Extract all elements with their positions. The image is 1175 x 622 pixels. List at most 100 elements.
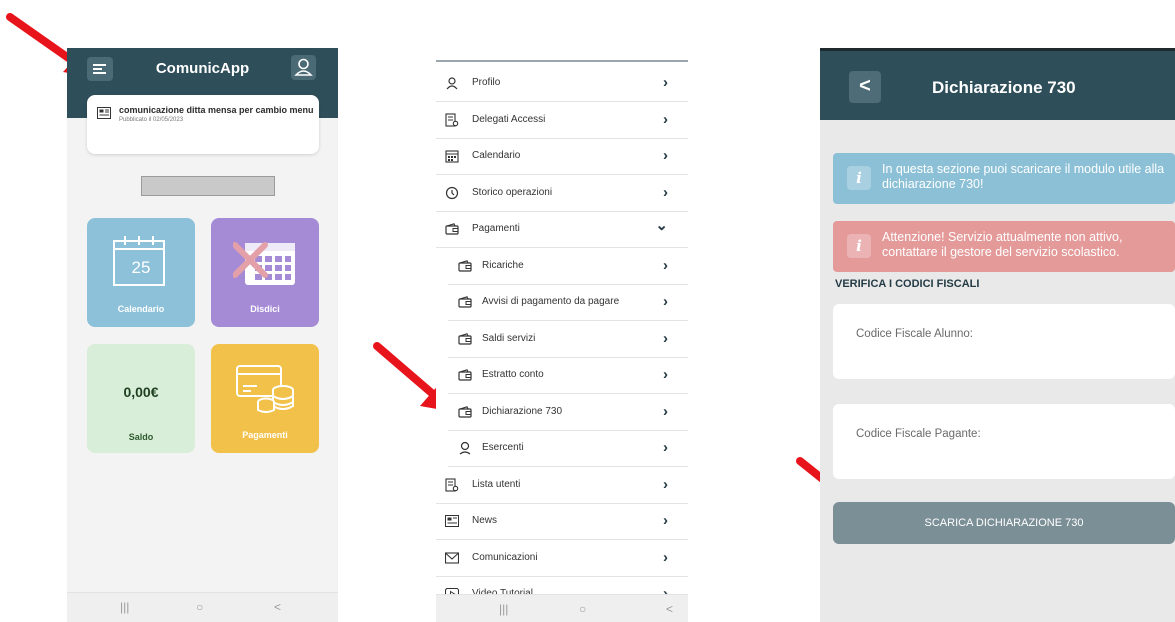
menu-item-delegati-accessi[interactable]: Delegati Accessi › (436, 103, 688, 139)
menu-item-label: Dichiarazione 730 (482, 405, 563, 417)
back-button[interactable]: < (274, 600, 281, 614)
chevron-right-icon: › (663, 74, 668, 91)
calendar-day: 25 (131, 258, 151, 277)
wallet-icon (458, 295, 472, 313)
merchant-icon (458, 441, 472, 460)
page-header: < Dichiarazione 730 (820, 48, 1175, 120)
menu-item-avvisi-pagamento[interactable]: Avvisi di pagamento da pagare › (448, 285, 688, 321)
student-tax-code-label: Codice Fiscale Alunno: (856, 328, 973, 340)
tile-disdici[interactable]: Disdici (211, 218, 319, 327)
menu-item-saldi-servizi[interactable]: Saldi servizi › (448, 322, 688, 358)
chevron-right-icon: › (663, 475, 668, 493)
wallet-icon (458, 368, 472, 386)
wallet-icon (458, 405, 472, 423)
download-button[interactable]: SCARICA DICHIARAZIONE 730 (833, 502, 1175, 544)
student-tax-code-field[interactable]: Codice Fiscale Alunno: (833, 304, 1175, 379)
calendar-cancel-icon (233, 242, 295, 285)
home-button[interactable]: ○ (579, 602, 586, 616)
payer-tax-code-field[interactable]: Codice Fiscale Pagante: (833, 404, 1175, 479)
news-card[interactable]: comunicazione ditta mensa per cambio men… (87, 95, 319, 154)
menu-item-lista-utenti[interactable]: Lista utenti › (436, 468, 688, 504)
menu-item-label: Esercenti (482, 442, 524, 453)
tile-disdici-label: Disdici (250, 304, 280, 314)
history-icon (445, 186, 459, 205)
menu-item-label: Saldi servizi (482, 332, 536, 344)
chevron-right-icon: › (663, 402, 668, 420)
news-card-date: Pubblicato il 02/05/2023 (119, 117, 184, 123)
wallet-icon (458, 332, 472, 350)
menu-item-estratto-conto[interactable]: Estratto conto › (448, 358, 688, 394)
menu-item-label: Avvisi di pagamento da pagare (482, 296, 620, 307)
warning-alert-text: Attenzione! Servizio attualmente non att… (882, 230, 1123, 259)
chevron-right-icon: › (663, 548, 668, 566)
tile-saldo[interactable]: 0,00€ Saldo (87, 344, 195, 453)
menu-item-label: Delegati Accessi (472, 113, 546, 125)
warning-alert: i Attenzione! Servizio attualmente non a… (833, 221, 1175, 272)
newspaper-icon (445, 514, 459, 532)
recent-apps-button[interactable]: ||| (120, 600, 129, 614)
menu-item-profilo[interactable]: Profilo › (436, 66, 688, 102)
menu-item-label: News (472, 515, 498, 526)
user-icon (445, 76, 459, 95)
envelope-icon (444, 551, 460, 569)
calendar-icon (445, 149, 459, 168)
page-title: Dichiarazione 730 (932, 78, 1076, 97)
home-screen: ComunicApp comunicazione ditta mensa per… (67, 48, 338, 622)
menu-item-label: Lista utenti (472, 478, 521, 490)
android-navbar: ||| ○ < (67, 592, 338, 622)
menu-item-label: Pagamenti (472, 223, 520, 234)
menu-item-label: Comunicazioni (472, 551, 538, 563)
menu-item-label: Calendario (472, 150, 521, 161)
menu-item-comunicazioni[interactable]: Comunicazioni › (436, 541, 688, 577)
dichiarazione-screen: < Dichiarazione 730 i In questa sezione … (820, 48, 1175, 622)
newspaper-icon (97, 107, 111, 119)
info-icon: i (847, 166, 871, 190)
chevron-right-icon: › (663, 512, 668, 529)
wallet-icon (458, 259, 472, 277)
chevron-right-icon: › (663, 366, 668, 383)
menu-screen: Profilo › Delegati Accessi › Calendario › Stor… (436, 60, 688, 622)
menu-item-label: Profilo (472, 77, 501, 88)
menu-item-dichiarazione-730[interactable]: Dichiarazione 730 › (448, 395, 688, 431)
chevron-right-icon: › (663, 293, 668, 310)
menu-item-esercenti[interactable]: Esercenti › (448, 431, 688, 467)
recent-apps-button[interactable]: ||| (499, 602, 508, 616)
chevron-right-icon: › (663, 439, 668, 456)
chevron-right-icon: › (663, 110, 668, 128)
menu-item-label: Estratto conto (482, 369, 544, 380)
menu-item-storico-operazioni[interactable]: Storico operazioni › (436, 176, 688, 212)
document-search-icon (445, 112, 459, 132)
tile-pagamenti-label: Pagamenti (242, 430, 288, 440)
tile-calendario[interactable]: 25 Calendario (87, 218, 195, 327)
back-button[interactable]: < (666, 602, 673, 616)
tile-calendario-label: Calendario (117, 304, 165, 314)
chevron-right-icon: › (663, 256, 668, 274)
home-button[interactable]: ○ (196, 600, 203, 614)
menu-item-pagamenti[interactable]: Pagamenti ⌄ (436, 212, 688, 248)
menu-item-ricariche[interactable]: Ricariche › (448, 249, 688, 285)
chevron-down-icon: ⌄ (655, 217, 668, 234)
menu-item-label: Ricariche (482, 259, 524, 271)
menu-item-calendario[interactable]: Calendario › (436, 139, 688, 175)
chevron-right-icon: › (663, 329, 668, 347)
news-card-title: comunicazione ditta mensa per cambio men… (119, 105, 314, 115)
payer-tax-code-label: Codice Fiscale Pagante: (856, 428, 981, 440)
balance-value: 0,00€ (123, 384, 159, 400)
wallet-icon (445, 222, 459, 240)
chevron-right-icon: › (663, 183, 668, 201)
info-alert: i In questa sezione puoi scaricare il mo… (833, 153, 1175, 204)
menu-item-news[interactable]: News › (436, 504, 688, 540)
user-list-icon (445, 477, 459, 497)
info-icon: i (847, 234, 871, 258)
menu-item-label: Storico operazioni (472, 186, 553, 198)
user-profile-button[interactable] (291, 55, 316, 80)
section-title: VERIFICA I CODICI FISCALI (835, 278, 980, 290)
tile-saldo-label: Saldo (128, 432, 154, 442)
android-navbar: ||| ○ < (436, 594, 688, 622)
tile-pagamenti[interactable]: Pagamenti (211, 344, 319, 453)
info-alert-text: In questa sezione puoi scaricare il modu… (882, 162, 1165, 191)
back-button[interactable]: < (849, 71, 881, 103)
chevron-right-icon: › (663, 147, 668, 164)
payment-card-coins-icon (236, 365, 294, 413)
placeholder-bar (141, 176, 275, 196)
